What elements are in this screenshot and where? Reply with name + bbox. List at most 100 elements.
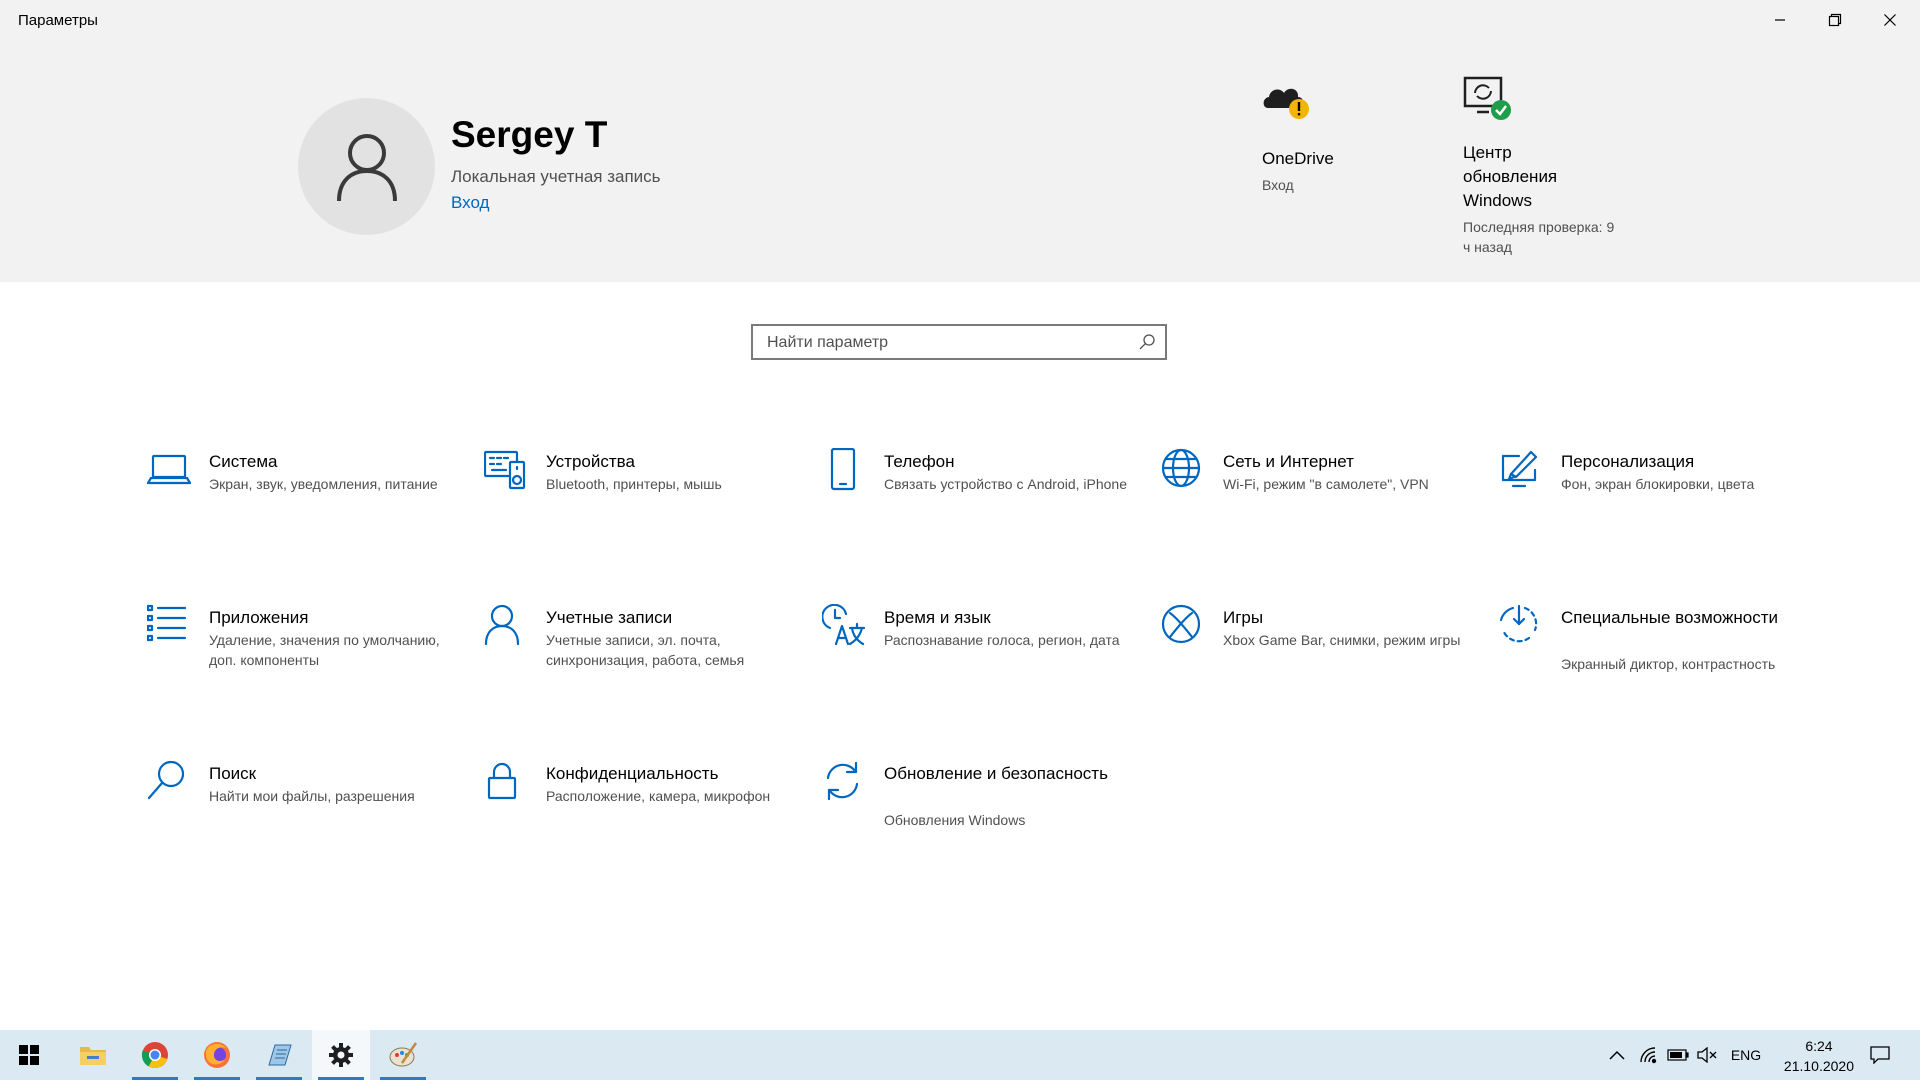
firefox-icon bbox=[204, 1042, 230, 1068]
windows-update-tile[interactable]: Центр обновления Windows Последняя прове… bbox=[1463, 76, 1623, 257]
chevron-up-icon bbox=[1609, 1050, 1625, 1060]
globe-icon bbox=[1161, 448, 1205, 492]
category-description: Xbox Game Bar, снимки, режим игры bbox=[1223, 632, 1461, 648]
network-tray-button[interactable] bbox=[1636, 1030, 1662, 1080]
category-phone[interactable]: Телефон Связать устройство с Android, iP… bbox=[822, 447, 1127, 548]
start-button[interactable] bbox=[0, 1030, 58, 1080]
show-hidden-icons-button[interactable] bbox=[1604, 1030, 1630, 1080]
category-apps[interactable]: Приложения Удаление, значения по умолчан… bbox=[146, 604, 447, 704]
category-accounts[interactable]: Учетные записи Учетные записи, эл. почта… bbox=[484, 604, 784, 704]
taskbar-paint[interactable] bbox=[374, 1030, 432, 1080]
time-language-icon bbox=[821, 603, 866, 648]
language-indicator[interactable]: ENG bbox=[1726, 1030, 1766, 1080]
file-explorer-icon bbox=[80, 1047, 106, 1065]
volume-muted-icon bbox=[1697, 1047, 1717, 1063]
category-search[interactable]: Поиск Найти мои файлы, разрешения bbox=[147, 760, 447, 860]
close-button[interactable] bbox=[1862, 0, 1918, 40]
category-name: Поиск bbox=[209, 764, 257, 783]
apps-list-icon bbox=[146, 604, 191, 648]
laptop-icon bbox=[146, 448, 192, 492]
onedrive-status: Вход bbox=[1262, 177, 1294, 193]
settings-search-input[interactable]: Найти параметр bbox=[751, 324, 1167, 360]
windows-update-status: Последняя проверка: 9 ч назад bbox=[1463, 219, 1615, 255]
clock-time: 6:24 bbox=[1805, 1038, 1833, 1054]
taskbar-file-explorer[interactable] bbox=[64, 1030, 122, 1080]
category-system[interactable]: Система Экран, звук, уведомления, питани… bbox=[146, 448, 447, 548]
taskbar: ENG 6:24 21.10.2020 bbox=[0, 1030, 1920, 1080]
category-name: Обновление и безопасность bbox=[884, 764, 1108, 783]
devices-icon bbox=[483, 448, 528, 492]
onedrive-warning-icon bbox=[1263, 88, 1309, 119]
category-network[interactable]: Сеть и Интернет Wi-Fi, режим "в самолете… bbox=[1161, 448, 1461, 548]
category-gaming[interactable]: Игры Xbox Game Bar, снимки, режим игры bbox=[1161, 604, 1461, 704]
taskbar-notepad[interactable] bbox=[250, 1030, 308, 1080]
taskbar-chrome[interactable] bbox=[126, 1030, 184, 1080]
category-privacy[interactable]: Конфиденциальность Расположение, камера,… bbox=[484, 760, 784, 860]
profile-header: Параметры Sergey T Локальная учетная зап… bbox=[0, 0, 1920, 282]
xbox-icon bbox=[1161, 604, 1205, 648]
category-name: Учетные записи bbox=[546, 608, 673, 627]
windows-update-ok-icon bbox=[1463, 76, 1511, 120]
restore-button[interactable] bbox=[1807, 0, 1863, 40]
category-name: Телефон bbox=[884, 452, 955, 471]
category-name: Игры bbox=[1223, 608, 1264, 627]
category-description: Связать устройство с Android, iPhone bbox=[884, 476, 1127, 492]
category-description: Bluetooth, принтеры, мышь bbox=[546, 476, 722, 492]
onedrive-tile[interactable]: OneDrive Вход bbox=[1262, 78, 1392, 195]
phone-icon bbox=[822, 447, 866, 492]
category-name: Система bbox=[209, 452, 278, 471]
search-magnifier-icon bbox=[147, 760, 191, 804]
category-name: Приложения bbox=[209, 608, 309, 627]
category-name: Сеть и Интернет bbox=[1223, 452, 1354, 471]
category-update-security[interactable]: Обновление и безопасность Обновления Win… bbox=[822, 760, 1122, 860]
lock-icon bbox=[484, 760, 528, 804]
windows-update-title: Центр обновления Windows bbox=[1463, 143, 1558, 210]
category-description: Распознавание голоса, регион, дата bbox=[884, 632, 1120, 648]
avatar[interactable] bbox=[298, 98, 435, 235]
user-silhouette-icon bbox=[336, 133, 397, 201]
settings-gear-icon bbox=[329, 1043, 353, 1067]
notepad-icon bbox=[268, 1044, 292, 1066]
category-description: Расположение, камера, микрофон bbox=[546, 788, 771, 804]
person-icon bbox=[484, 604, 528, 648]
close-icon bbox=[1884, 14, 1896, 26]
taskbar-clock[interactable]: 6:24 21.10.2020 bbox=[1784, 1036, 1854, 1076]
clock-date: 21.10.2020 bbox=[1783, 1058, 1854, 1074]
category-personalization[interactable]: Персонализация Фон, экран блокировки, цв… bbox=[1499, 448, 1799, 548]
search-placeholder: Найти параметр bbox=[767, 334, 889, 351]
category-name: Персонализация bbox=[1561, 452, 1695, 471]
battery-tray-button[interactable] bbox=[1664, 1030, 1692, 1080]
category-description: Фон, экран блокировки, цвета bbox=[1561, 476, 1755, 492]
window-title: Параметры bbox=[18, 12, 98, 29]
paint-icon bbox=[389, 1042, 418, 1067]
minimize-button[interactable] bbox=[1752, 0, 1808, 40]
category-name: Время и язык bbox=[884, 608, 991, 627]
battery-icon bbox=[1667, 1049, 1689, 1061]
category-time-language[interactable]: Время и язык Распознавание голоса, регио… bbox=[821, 603, 1122, 704]
minimize-icon bbox=[1775, 19, 1785, 21]
account-type: Локальная учетная запись bbox=[451, 167, 661, 186]
category-description: Найти мои файлы, разрешения bbox=[209, 788, 415, 804]
sync-icon bbox=[822, 760, 866, 804]
chrome-icon bbox=[141, 1042, 168, 1069]
user-name: Sergey T bbox=[451, 114, 608, 155]
category-description: Удаление, значения по умолчанию, доп. ко… bbox=[209, 632, 440, 668]
category-accessibility[interactable]: Специальные возможности Экранный диктор,… bbox=[1499, 604, 1799, 704]
category-description: Экран, звук, уведомления, питание bbox=[209, 476, 438, 492]
category-name: Специальные возможности bbox=[1561, 608, 1779, 627]
personalization-icon bbox=[1499, 448, 1543, 492]
category-name: Конфиденциальность bbox=[546, 764, 719, 783]
category-description: Экранный диктор, контрастность bbox=[1561, 656, 1776, 672]
taskbar-firefox[interactable] bbox=[188, 1030, 246, 1080]
category-devices[interactable]: Устройства Bluetooth, принтеры, мышь bbox=[483, 448, 784, 548]
volume-tray-button[interactable] bbox=[1694, 1030, 1720, 1080]
wifi-icon bbox=[1640, 1047, 1657, 1064]
start-icon bbox=[19, 1045, 39, 1065]
notifications-icon bbox=[1870, 1046, 1890, 1064]
taskbar-settings[interactable] bbox=[312, 1030, 370, 1080]
category-description: Обновления Windows bbox=[884, 812, 1026, 828]
accessibility-icon bbox=[1499, 604, 1543, 648]
action-center-button[interactable] bbox=[1860, 1030, 1900, 1080]
category-name: Устройства bbox=[546, 452, 635, 471]
sign-in-link[interactable]: Вход bbox=[451, 193, 489, 213]
